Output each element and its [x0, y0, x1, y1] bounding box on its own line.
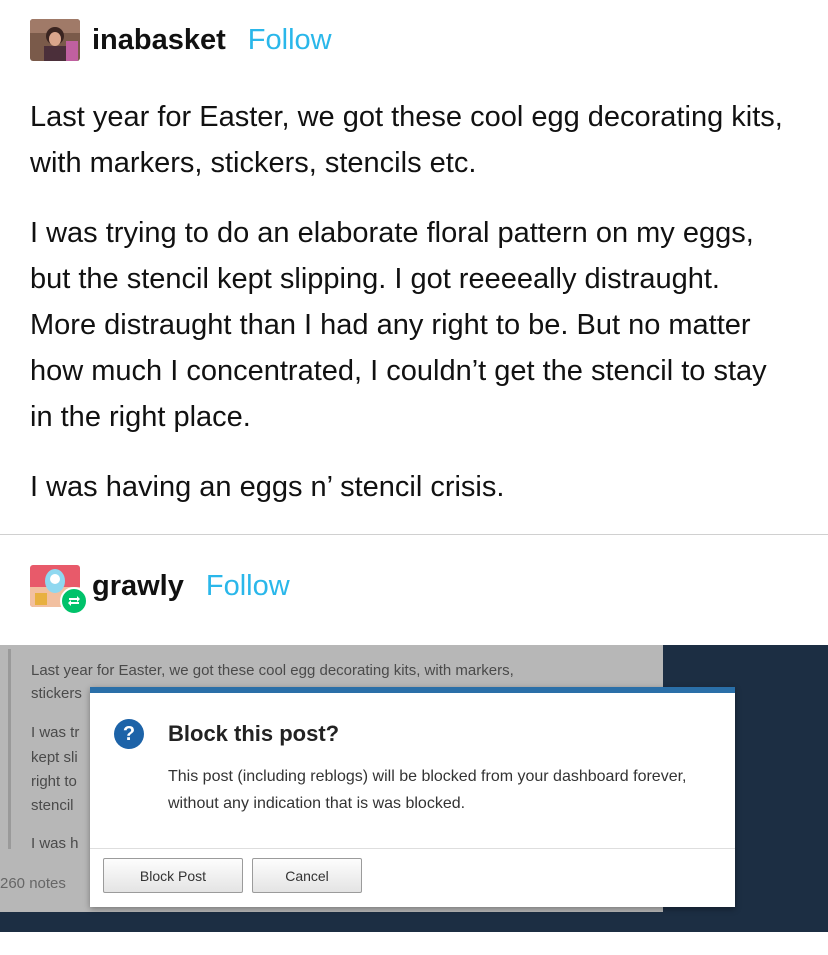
- post-paragraph: I was having an eggs n’ stencil crisis.: [30, 471, 505, 503]
- notes-count[interactable]: 260 notes: [0, 875, 66, 892]
- follow-button[interactable]: Follow: [248, 24, 332, 57]
- post-body: Last year for Easter, we got these cool …: [30, 94, 790, 534]
- background-text: stickers: [31, 685, 82, 702]
- embedded-screenshot: Last year for Easter, we got these cool …: [0, 645, 828, 932]
- cancel-button[interactable]: Cancel: [252, 858, 362, 893]
- avatar[interactable]: [30, 565, 88, 615]
- background-text: kept sli: [31, 749, 78, 766]
- background-text: I was tr: [31, 724, 80, 741]
- avatar[interactable]: [30, 19, 80, 61]
- post-divider: [0, 534, 828, 535]
- reblog-header: grawly Follow: [30, 565, 290, 615]
- background-text: I was h: [31, 835, 79, 852]
- post-paragraph: Last year for Easter, we got these cool …: [30, 101, 783, 179]
- background-text: Last year for Easter, we got these cool …: [31, 662, 514, 679]
- dialog-title: Block this post?: [168, 721, 340, 746]
- page-bottom: [0, 932, 828, 955]
- reblog-icon: [60, 587, 88, 615]
- background-text: right to: [31, 773, 77, 790]
- username[interactable]: grawly: [92, 570, 184, 603]
- post-header: inabasket Follow: [30, 19, 332, 61]
- background-text: stencil: [31, 797, 74, 814]
- question-icon: ?: [114, 719, 144, 749]
- dialog-body: This post (including reblogs) will be bl…: [168, 768, 687, 812]
- block-dialog: ? Block this post? This post (including …: [90, 687, 735, 907]
- quote-bar: [8, 649, 11, 849]
- dialog-separator: [90, 848, 735, 849]
- block-post-button[interactable]: Block Post: [103, 858, 243, 893]
- post-paragraph: I was trying to do an elaborate floral p…: [30, 217, 767, 433]
- username[interactable]: inabasket: [92, 24, 226, 57]
- follow-button[interactable]: Follow: [206, 570, 290, 603]
